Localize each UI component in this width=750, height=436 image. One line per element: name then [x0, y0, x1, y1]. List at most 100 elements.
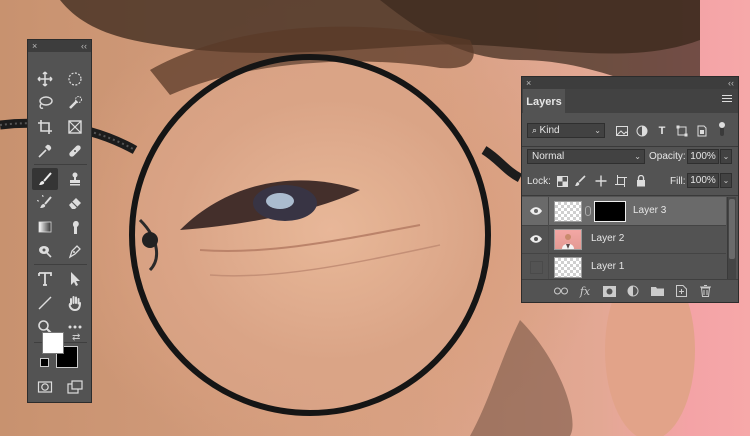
healing-brush-tool[interactable]	[62, 140, 88, 162]
eyedropper-icon	[38, 144, 52, 158]
visibility-toggle-off[interactable]	[530, 261, 543, 274]
fill-label: Fill:	[670, 176, 686, 187]
hand-tool[interactable]	[62, 292, 88, 314]
lock-position-icon[interactable]	[594, 174, 608, 188]
layer-thumbnail[interactable]	[554, 201, 582, 222]
fill-slider-toggle[interactable]: ⌄	[720, 173, 732, 188]
crop-tool[interactable]	[32, 116, 58, 138]
lock-transparency-icon[interactable]	[555, 174, 569, 188]
smudge-tool[interactable]	[62, 216, 88, 238]
layer-name[interactable]: Layer 1	[591, 261, 624, 272]
layer-thumbnail[interactable]	[554, 229, 582, 250]
filter-smart-object-icon[interactable]	[695, 124, 709, 138]
pen-icon	[68, 245, 81, 259]
swap-colors-icon[interactable]: ⇄	[72, 332, 80, 343]
tab-layers[interactable]: Layers	[523, 89, 565, 113]
filter-shape-icon[interactable]	[675, 124, 689, 138]
eyedropper-tool[interactable]	[32, 140, 58, 162]
filter-kind-dropdown[interactable]: ⌕ Kind ⌄	[527, 123, 605, 138]
move-icon	[37, 71, 53, 87]
filter-pixel-icon[interactable]	[615, 124, 629, 138]
lock-pixels-icon[interactable]	[573, 174, 587, 188]
layers-panel: × ‹‹ Layers ⌕ Kind ⌄ T Normal ⌄ Opacity:…	[521, 76, 739, 303]
eye-icon[interactable]	[528, 203, 544, 219]
default-colors-icon[interactable]	[40, 358, 49, 367]
quick-mask-button[interactable]	[32, 376, 58, 398]
lock-artboard-icon[interactable]	[614, 174, 628, 188]
pen-tool[interactable]	[62, 240, 88, 262]
blend-mode-dropdown[interactable]: Normal ⌄	[527, 149, 645, 164]
filter-type-icon[interactable]: T	[655, 124, 669, 138]
screen-mode-button[interactable]	[62, 376, 88, 398]
chevron-down-icon: ⌄	[634, 152, 641, 161]
type-tool[interactable]	[32, 268, 58, 290]
layer-name[interactable]: Layer 2	[591, 233, 624, 244]
frame-icon	[68, 120, 82, 134]
layers-scrollbar[interactable]	[727, 197, 736, 280]
filter-adjustment-icon[interactable]	[635, 124, 649, 138]
line-icon	[38, 296, 52, 310]
stamp-icon	[70, 172, 80, 186]
type-icon	[38, 272, 52, 286]
filter-kind-label: Kind	[539, 125, 560, 136]
link-layers-icon[interactable]	[554, 284, 568, 298]
path-selection-tool[interactable]	[62, 268, 88, 290]
eraser-icon	[69, 198, 81, 209]
adjustment-layer-icon[interactable]	[626, 284, 640, 298]
clone-stamp-tool[interactable]	[62, 168, 88, 190]
lock-fill-row: Lock: Fill: 100% ⌄	[522, 173, 738, 191]
folder-icon[interactable]	[650, 284, 664, 298]
collapse-icon[interactable]: ‹‹	[81, 40, 87, 52]
lasso-tool[interactable]	[32, 92, 58, 114]
new-layer-icon[interactable]	[674, 284, 688, 298]
close-icon[interactable]: ×	[32, 40, 37, 52]
layer-thumbnail[interactable]	[554, 257, 582, 278]
bandage-icon	[69, 145, 81, 157]
foreground-color-swatch[interactable]	[42, 332, 64, 354]
screen-mode-icon	[67, 380, 83, 394]
close-icon[interactable]: ×	[526, 77, 531, 89]
frame-tool[interactable]	[62, 116, 88, 138]
blend-mode-value: Normal	[532, 151, 565, 162]
panel-menu-icon[interactable]	[722, 95, 732, 104]
opacity-label: Opacity:	[649, 151, 686, 162]
crop-icon	[38, 120, 52, 134]
layer-row-layer-3[interactable]: Layer 3	[522, 197, 726, 226]
opacity-slider-toggle[interactable]: ⌄	[720, 149, 732, 164]
move-tool[interactable]	[32, 68, 58, 90]
brush-tool[interactable]	[32, 168, 58, 190]
layer-style-fx-icon[interactable]: fx	[578, 284, 592, 298]
arrow-icon	[71, 272, 80, 286]
eye-icon[interactable]	[528, 231, 544, 247]
layer-row-layer-1[interactable]: Layer 1	[522, 253, 726, 282]
gradient-tool[interactable]	[32, 216, 58, 238]
tools-panel: × ‹‹ ⇄	[27, 39, 92, 403]
history-brush-tool[interactable]	[32, 192, 58, 214]
fill-input[interactable]: 100%	[687, 173, 719, 188]
link-icon[interactable]	[585, 206, 591, 216]
opacity-input[interactable]: 100%	[687, 149, 719, 164]
search-icon: ⌕	[532, 125, 540, 135]
layer-name[interactable]: Layer 3	[633, 205, 666, 216]
scrollbar-thumb[interactable]	[729, 199, 735, 259]
eraser-tool[interactable]	[62, 192, 88, 214]
add-mask-icon[interactable]	[602, 284, 616, 298]
quick-selection-icon	[69, 96, 82, 109]
filter-toggle[interactable]	[715, 122, 729, 136]
layer-mask-thumbnail[interactable]	[594, 201, 626, 222]
quick-selection-tool[interactable]	[62, 92, 88, 114]
lock-label: Lock:	[527, 176, 551, 187]
layers-panel-header[interactable]: × ‹‹	[522, 77, 738, 89]
tools-panel-header[interactable]: × ‹‹	[28, 40, 91, 52]
layer-row-layer-2[interactable]: Layer 2	[522, 225, 726, 254]
lock-all-icon[interactable]	[634, 174, 648, 188]
gradient-icon	[38, 221, 52, 233]
layer-filter-row: ⌕ Kind ⌄ T	[522, 122, 738, 140]
dodge-icon	[39, 246, 52, 258]
dodge-tool[interactable]	[32, 240, 58, 262]
ellipse-marquee-icon	[68, 72, 82, 86]
elliptical-marquee-tool[interactable]	[62, 68, 88, 90]
line-tool[interactable]	[32, 292, 58, 314]
collapse-icon[interactable]: ‹‹	[728, 77, 734, 89]
trash-icon[interactable]	[698, 284, 712, 298]
